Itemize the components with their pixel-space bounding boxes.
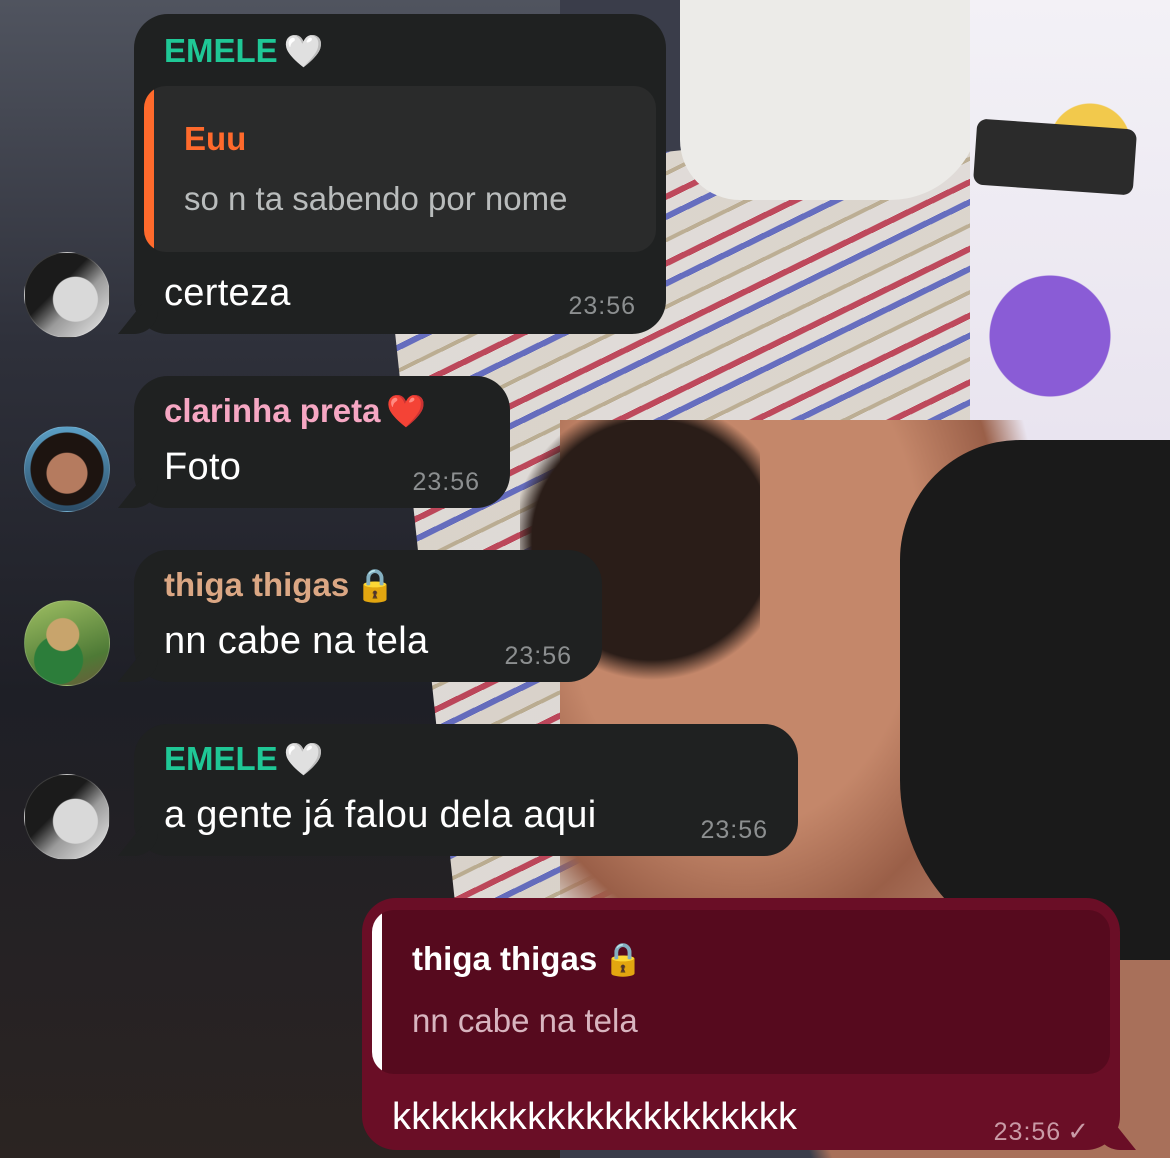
quote-text: nn cabe na tela: [412, 1002, 638, 1039]
message-time: 23:56: [700, 816, 768, 844]
message-text: a gente já falou dela aqui: [164, 794, 597, 836]
quote-accent-bar: [372, 910, 382, 1074]
avatar-emele[interactable]: [24, 252, 110, 338]
white-heart-icon: 🤍: [283, 741, 324, 777]
white-heart-icon: 🤍: [283, 33, 324, 69]
message-bubble[interactable]: thiga thigas 🔒 nn cabe na tela 23:56: [134, 550, 602, 682]
sender-name[interactable]: EMELE 🤍: [164, 32, 324, 70]
avatar-emele[interactable]: [24, 774, 110, 860]
message-time: 23:56: [412, 468, 480, 496]
single-check-icon: ✓: [1067, 1116, 1090, 1146]
message-time-status: 23:56 ✓: [993, 1116, 1090, 1146]
sender-name[interactable]: clarinha preta ❤️: [164, 392, 426, 430]
message-text: nn cabe na tela: [164, 620, 429, 662]
sender-name[interactable]: thiga thigas 🔒: [164, 566, 395, 604]
message-time: 23:56: [568, 292, 636, 320]
message-bubble[interactable]: EMELE 🤍 a gente já falou dela aqui 23:56: [134, 724, 798, 856]
outgoing-message-bubble[interactable]: thiga thigas 🔒 nn cabe na tela kkkkkkkkkk…: [362, 898, 1120, 1150]
message-bubble[interactable]: EMELE 🤍 Euu so n ta sabendo por nome cert…: [134, 14, 666, 334]
avatar-clarinha[interactable]: [24, 426, 110, 512]
message-text: certeza: [164, 272, 291, 314]
message-bubble[interactable]: clarinha preta ❤️ Foto 23:56: [134, 376, 510, 508]
quote-accent-bar: [144, 86, 154, 252]
avatar-thiga[interactable]: [24, 600, 110, 686]
quote-text: so n ta sabendo por nome: [184, 180, 568, 217]
message-text: kkkkkkkkkkkkkkkkkkkkk: [392, 1096, 798, 1138]
message-time: 23:56: [504, 642, 572, 670]
message-text: Foto: [164, 446, 242, 488]
quote-sender-name: thiga thigas 🔒: [412, 940, 644, 977]
lock-icon: 🔒: [603, 941, 644, 977]
sender-name[interactable]: EMELE 🤍: [164, 740, 324, 778]
quote-sender-name: Euu: [184, 120, 247, 157]
lock-icon: 🔒: [355, 567, 396, 603]
reply-quote[interactable]: Euu so n ta sabendo por nome: [144, 86, 656, 252]
red-heart-icon: ❤️: [386, 393, 427, 429]
reply-quote[interactable]: thiga thigas 🔒 nn cabe na tela: [372, 910, 1110, 1074]
